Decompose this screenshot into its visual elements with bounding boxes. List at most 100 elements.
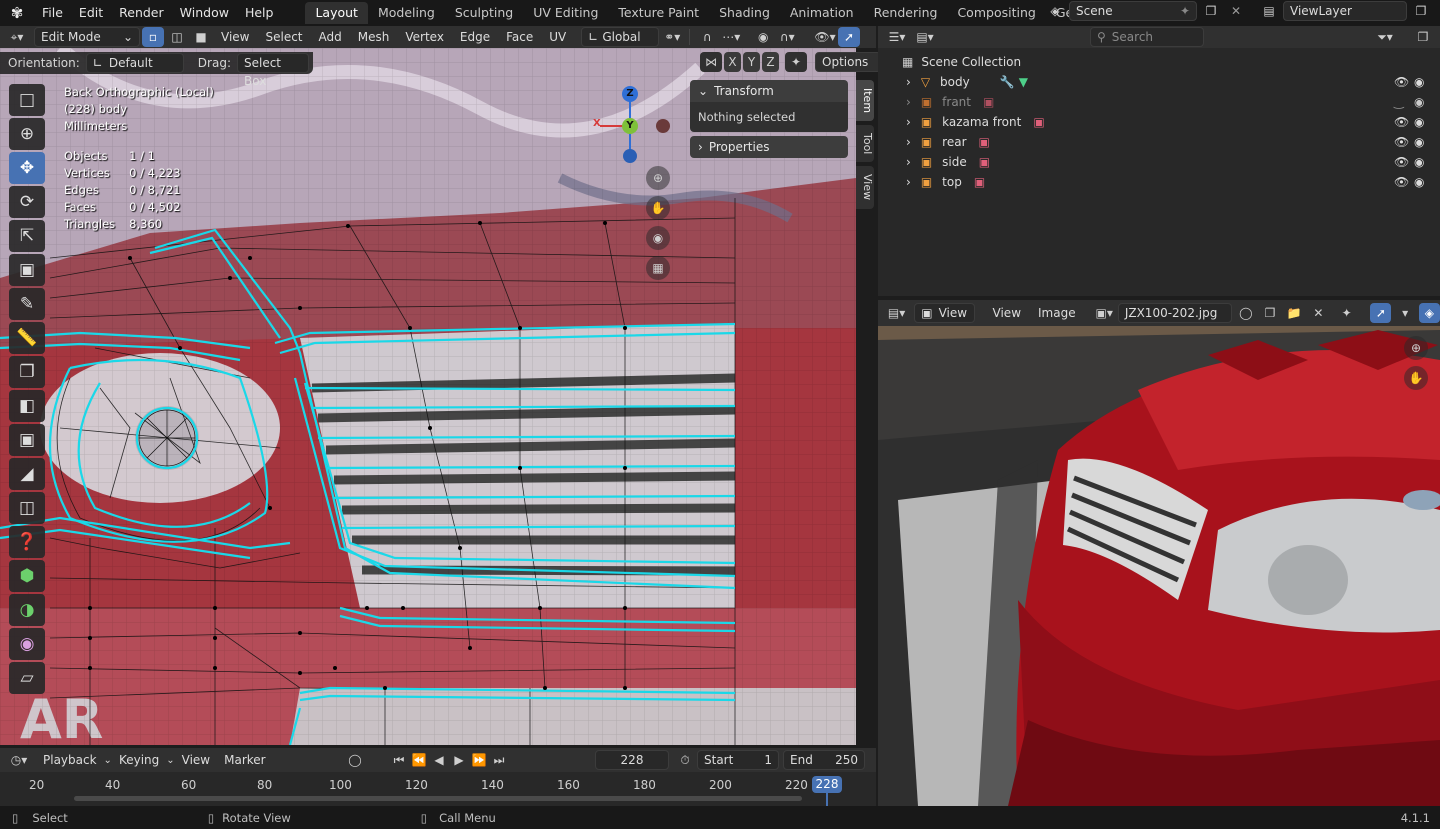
menu-view[interactable]: View bbox=[986, 302, 1028, 324]
frame-ruler[interactable]: 20 40 60 80 100 120 140 160 180 200 220 … bbox=[0, 772, 876, 806]
transform-panel-header[interactable]: ⌄ Transform bbox=[690, 80, 848, 102]
menu-keying[interactable]: Keying bbox=[112, 749, 166, 771]
current-frame-field[interactable]: 228 bbox=[595, 750, 669, 770]
open-image-folder-icon[interactable]: 📁 bbox=[1284, 303, 1305, 323]
proportional-edit-icon[interactable]: ◉ bbox=[752, 27, 774, 47]
menu-uv[interactable]: UV bbox=[542, 26, 573, 48]
render-camera-icon[interactable]: ◉ bbox=[1414, 115, 1424, 129]
expand-arrow-icon[interactable]: › bbox=[906, 155, 911, 169]
knife-tool-icon[interactable]: ❓ bbox=[9, 526, 45, 558]
tab-view[interactable]: View bbox=[856, 166, 874, 209]
rotate-tool-icon[interactable]: ⟳ bbox=[9, 186, 45, 218]
start-frame-field[interactable]: Start 1 bbox=[697, 750, 779, 770]
outliner-row-frant[interactable]: › ▣ frant ▣ ‿ ◉ bbox=[878, 92, 1440, 112]
menu-select[interactable]: Select bbox=[258, 26, 309, 48]
new-scene-icon[interactable]: ❐ bbox=[1200, 1, 1222, 21]
delete-scene-icon[interactable]: ✕ bbox=[1225, 1, 1247, 21]
visibility-eye-icon[interactable]: 👁 bbox=[1394, 115, 1409, 129]
tab-modeling[interactable]: Modeling bbox=[368, 2, 445, 24]
visibility-icon[interactable]: 👁▾ bbox=[814, 27, 836, 47]
end-frame-field[interactable]: End 250 bbox=[783, 750, 865, 770]
inset-tool-icon[interactable]: ▣ bbox=[9, 424, 45, 456]
outliner-row-top[interactable]: › ▣ top ▣ 👁 ◉ bbox=[878, 172, 1440, 192]
editor-type-icon[interactable]: ⌖▾ bbox=[6, 27, 28, 47]
gizmo-toggle-icon[interactable]: ➚ bbox=[838, 27, 860, 47]
pan-hand-icon[interactable]: ✋ bbox=[1404, 366, 1428, 390]
gizmo-options-icon[interactable]: ▾ bbox=[1394, 303, 1415, 323]
navigation-gizmo[interactable]: Z Y X bbox=[588, 84, 678, 164]
pin-icon[interactable]: ✦ bbox=[1180, 2, 1190, 20]
timeline-editor-icon[interactable]: ◷▾ bbox=[8, 750, 30, 770]
mirror-x-toggle[interactable]: X bbox=[724, 52, 741, 72]
delete-view-layer-icon[interactable]: ✕ bbox=[1435, 1, 1440, 21]
tab-layout[interactable]: Layout bbox=[305, 2, 368, 24]
menu-vertex[interactable]: Vertex bbox=[398, 26, 451, 48]
gizmo-z-axis[interactable]: Z bbox=[622, 86, 638, 102]
tab-tool[interactable]: Tool bbox=[856, 125, 874, 163]
prev-keyframe-icon[interactable]: ⏪ bbox=[410, 750, 428, 770]
orientation-dropdown[interactable]: ∟ Default bbox=[85, 53, 184, 73]
vertex-select-icon[interactable]: ▫ bbox=[142, 27, 164, 47]
fake-user-shield-icon[interactable]: ◯ bbox=[1235, 303, 1256, 323]
menu-help[interactable]: Help bbox=[237, 0, 282, 26]
new-view-layer-icon[interactable]: ❐ bbox=[1410, 1, 1432, 21]
snap-target-icon[interactable]: ⋯▾ bbox=[720, 27, 742, 47]
pivot-point-icon[interactable]: ⚭▾ bbox=[661, 27, 683, 47]
mirror-y-toggle[interactable]: Y bbox=[743, 52, 760, 72]
expand-arrow-icon[interactable]: › bbox=[906, 95, 911, 109]
outliner-search-input[interactable]: ⚲ Search bbox=[1090, 27, 1204, 47]
falloff-icon[interactable]: ∩▾ bbox=[776, 27, 798, 47]
expand-arrow-icon[interactable]: › bbox=[906, 135, 911, 149]
jump-start-icon[interactable]: ⏮ bbox=[390, 750, 408, 770]
unlink-image-icon[interactable]: ✕ bbox=[1308, 303, 1329, 323]
tab-sculpting[interactable]: Sculpting bbox=[445, 2, 523, 24]
render-camera-icon[interactable]: ◉ bbox=[1414, 135, 1424, 149]
play-reverse-icon[interactable]: ◀ bbox=[430, 750, 448, 770]
properties-panel-header[interactable]: › Properties bbox=[690, 136, 848, 158]
outliner-row-body[interactable]: › ▽ body 🔧 ▼ 👁 ◉ bbox=[878, 72, 1440, 92]
menu-render[interactable]: Render bbox=[111, 0, 172, 26]
expand-arrow-icon[interactable]: › bbox=[906, 175, 911, 189]
pin-icon[interactable]: ✦ bbox=[1336, 303, 1357, 323]
expand-arrow-icon[interactable]: › bbox=[906, 75, 911, 89]
drag-dropdown[interactable]: Select Box bbox=[236, 53, 309, 88]
blender-logo-icon[interactable]: ✾ bbox=[0, 4, 34, 22]
select-box-tool-icon[interactable]: □ bbox=[9, 84, 45, 116]
scale-tool-icon[interactable]: ⇱ bbox=[9, 220, 45, 252]
tab-animation[interactable]: Animation bbox=[780, 2, 864, 24]
render-camera-icon[interactable]: ◉ bbox=[1414, 175, 1424, 189]
visibility-eye-icon[interactable]: 👁 bbox=[1394, 75, 1409, 89]
overlay-toggle-icon[interactable]: ◈ bbox=[1418, 303, 1440, 323]
zoom-icon[interactable]: ⊕ bbox=[1404, 336, 1428, 360]
playhead[interactable]: 228 bbox=[812, 776, 842, 793]
menu-file[interactable]: File bbox=[34, 0, 71, 26]
cursor-tool-icon[interactable]: ⊕ bbox=[9, 118, 45, 150]
menu-window[interactable]: Window bbox=[172, 0, 237, 26]
image-editor-type-icon[interactable]: ▤▾ bbox=[886, 303, 907, 323]
auto-merge-icon[interactable]: ✦ bbox=[785, 52, 807, 72]
image-name-field[interactable]: JZX100-202.jpg bbox=[1117, 303, 1233, 323]
pan-hand-icon[interactable]: ✋ bbox=[646, 196, 670, 220]
gizmo-toggle-icon[interactable]: ➚ bbox=[1370, 303, 1392, 323]
outliner-row-rear[interactable]: › ▣ rear ▣ 👁 ◉ bbox=[878, 132, 1440, 152]
next-keyframe-icon[interactable]: ⏩ bbox=[470, 750, 488, 770]
poly-build-tool-icon[interactable]: ⬢ bbox=[9, 560, 45, 592]
add-cube-tool-icon[interactable]: ❐ bbox=[9, 356, 45, 388]
new-collection-icon[interactable]: ❐ bbox=[1412, 27, 1434, 47]
reference-photo[interactable] bbox=[878, 300, 1440, 806]
tab-texture-paint[interactable]: Texture Paint bbox=[608, 2, 709, 24]
expand-arrow-icon[interactable]: › bbox=[906, 115, 911, 129]
shear-tool-icon[interactable]: ▱ bbox=[9, 662, 45, 694]
move-tool-icon[interactable]: ✥ bbox=[9, 152, 45, 184]
tab-uv-editing[interactable]: UV Editing bbox=[523, 2, 608, 24]
render-camera-icon[interactable]: ◉ bbox=[1414, 75, 1424, 89]
mode-selector[interactable]: Edit Mode ⌄ bbox=[34, 27, 140, 47]
play-icon[interactable]: ▶ bbox=[450, 750, 468, 770]
jump-end-icon[interactable]: ⏭ bbox=[490, 750, 508, 770]
stopwatch-icon[interactable]: ⏱ bbox=[674, 750, 696, 770]
filter-icon[interactable]: ⏷▾ bbox=[1374, 27, 1396, 47]
scene-selector[interactable]: Scene ✦ bbox=[1069, 1, 1197, 21]
transform-tool-icon[interactable]: ▣ bbox=[9, 254, 45, 286]
measure-tool-icon[interactable]: 📏 bbox=[9, 322, 45, 354]
mirror-icon[interactable]: ⋈ bbox=[700, 52, 722, 72]
